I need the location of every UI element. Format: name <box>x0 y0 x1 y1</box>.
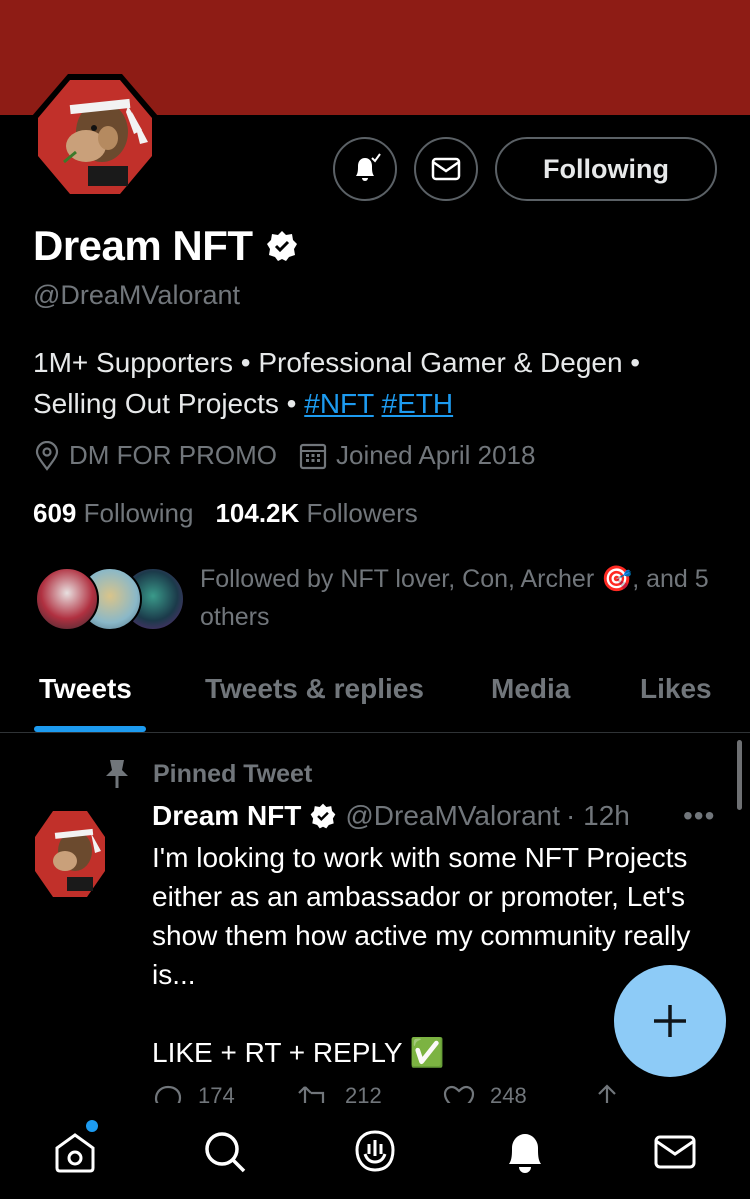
message-button[interactable] <box>414 137 478 201</box>
messages-icon[interactable] <box>651 1128 699 1176</box>
home-notification-dot <box>86 1120 98 1132</box>
retweet-button[interactable]: 212 <box>297 1083 382 1103</box>
following-button[interactable]: Following <box>495 137 717 201</box>
tweet-author-avatar[interactable] <box>33 807 107 901</box>
calendar-icon <box>299 443 327 469</box>
profile-handle: @DreaMValorant <box>33 280 240 310</box>
following-count-link[interactable]: 609 Following <box>33 498 193 529</box>
search-icon[interactable] <box>201 1128 249 1176</box>
tweet-header: Dream NFT @DreaMValorant · 12h <box>152 800 630 832</box>
followers-count-link[interactable]: 104.2K Followers <box>215 498 417 529</box>
profile-tabs: Tweets Tweets & replies Media Likes <box>0 665 750 733</box>
followed-by-text[interactable]: Followed by NFT lover, Con, Archer 🎯, an… <box>200 560 720 636</box>
notifications-icon[interactable] <box>501 1128 549 1176</box>
bell-check-icon <box>356 153 381 181</box>
profile-name: Dream NFT <box>33 222 299 270</box>
verified-badge-icon <box>266 231 297 261</box>
spaces-icon[interactable] <box>351 1128 399 1176</box>
more-options-icon[interactable]: ••• <box>683 800 715 832</box>
profile-bio: 1M+ Supporters • Professional Gamer & De… <box>33 342 723 424</box>
joined-text: Joined April 2018 <box>336 440 536 470</box>
following-count-label: Following <box>83 498 194 528</box>
tweet-text-paragraph-1: I'm looking to work with some NFT Projec… <box>152 842 691 990</box>
profile-avatar[interactable] <box>30 72 160 202</box>
like-count: 248 <box>490 1083 527 1103</box>
followed-by-avatars[interactable] <box>35 567 185 633</box>
follower-avatar-1 <box>35 567 99 631</box>
bottom-nav <box>0 1103 750 1199</box>
retweet-count: 212 <box>345 1083 382 1103</box>
pinned-tweet-label: Pinned Tweet <box>103 758 312 790</box>
followers-count: 104.2K <box>215 498 300 528</box>
envelope-icon <box>431 157 461 181</box>
notify-bell-button[interactable] <box>333 137 397 201</box>
tweet-actions: 174 212 248 <box>152 1083 652 1103</box>
following-button-label: Following <box>543 153 669 184</box>
followers-count-label: Followers <box>306 498 418 528</box>
tweet-author-handle[interactable]: @DreaMValorant <box>345 800 560 832</box>
tabs-divider <box>0 732 750 733</box>
home-icon[interactable] <box>51 1128 99 1176</box>
scrollbar[interactable] <box>737 740 742 810</box>
profile-location: DM FOR PROMO <box>33 440 277 471</box>
profile-joined: Joined April 2018 <box>298 440 535 471</box>
compose-tweet-button[interactable] <box>614 965 726 1077</box>
plus-icon <box>654 1005 686 1037</box>
like-button[interactable]: 248 <box>442 1083 527 1103</box>
pinned-label-text: Pinned Tweet <box>153 759 313 788</box>
location-pin-icon <box>35 440 59 471</box>
reply-count: 174 <box>198 1083 235 1103</box>
tab-tweets-replies[interactable]: Tweets & replies <box>205 673 424 705</box>
verified-badge-icon <box>311 803 336 829</box>
tab-tweets[interactable]: Tweets <box>39 673 132 705</box>
tab-likes[interactable]: Likes <box>640 673 712 705</box>
hashtag-eth-link[interactable]: #ETH <box>382 388 454 419</box>
tweet-author-name[interactable]: Dream NFT <box>152 800 301 832</box>
share-icon <box>598 1084 616 1103</box>
share-button[interactable] <box>592 1083 622 1103</box>
pin-icon <box>106 760 128 788</box>
follow-counts: 609 Following 104.2K Followers <box>33 498 418 529</box>
tweet-time: · 12h <box>566 800 630 831</box>
following-count: 609 <box>33 498 77 528</box>
tab-media[interactable]: Media <box>491 673 570 705</box>
hashtag-nft-link[interactable]: #NFT <box>304 388 374 419</box>
location-text: DM FOR PROMO <box>69 440 277 470</box>
reply-button[interactable]: 174 <box>152 1083 235 1103</box>
retweet-icon <box>298 1086 325 1103</box>
display-name: Dream NFT <box>33 222 253 269</box>
heart-icon <box>443 1085 475 1103</box>
reply-icon <box>154 1085 182 1103</box>
